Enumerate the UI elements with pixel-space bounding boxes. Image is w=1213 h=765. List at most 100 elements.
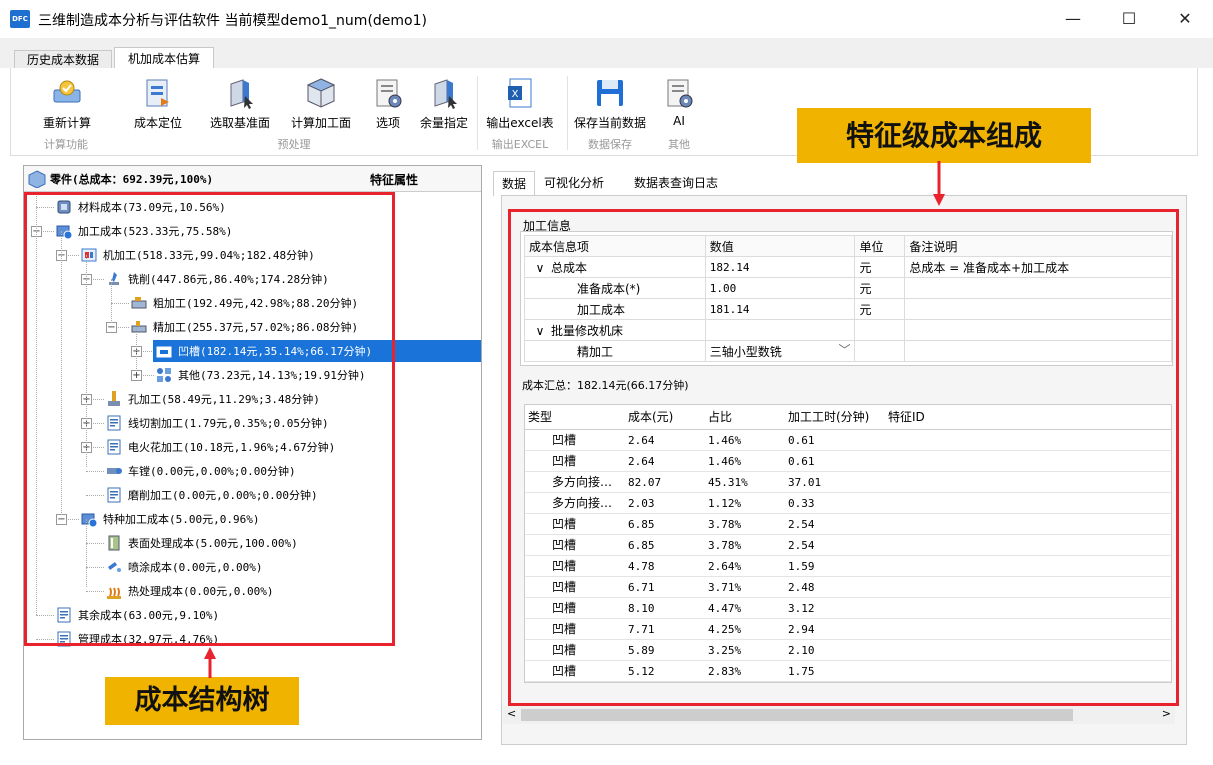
cell-ratio: 4.47%: [708, 602, 742, 615]
collapse-icon[interactable]: −: [56, 514, 67, 525]
table-row[interactable]: 凹槽 2.64 1.46% 0.61: [525, 430, 1171, 451]
info-unit: 元: [854, 277, 906, 299]
compute-surface-icon: [306, 78, 336, 108]
rough-icon: [131, 297, 147, 309]
tree-connector: [61, 231, 62, 515]
app-logo-icon: DFC: [10, 10, 30, 28]
tree-node-label: 表面处理成本(5.00元,100.00%): [128, 537, 298, 550]
tree-node-finishing[interactable]: 精加工(255.37元,57.02%;86.08分钟): [128, 316, 362, 338]
info-value[interactable]: 181.14: [704, 298, 856, 320]
save-data-button[interactable]: 保存当前数据: [571, 76, 649, 131]
tree-node-management[interactable]: 管理成本(32.97元,4.76%): [53, 628, 223, 650]
table-row[interactable]: 多方向接… 2.03 1.12% 0.33: [525, 493, 1171, 514]
tree-node-grinding[interactable]: 磨削加工(0.00元,0.00%;0.00分钟): [103, 484, 322, 506]
collapse-icon[interactable]: −: [106, 322, 117, 333]
info-value[interactable]: 1.00: [704, 277, 856, 299]
tab-query-log[interactable]: 数据表查询日志: [626, 171, 726, 196]
table-row[interactable]: 凹槽 6.85 3.78% 2.54: [525, 514, 1171, 535]
tree-node-label: 其他(73.23元,14.13%;19.91分钟): [178, 369, 366, 382]
tree-node-label: 凹槽(182.14元,35.14%;66.17分钟): [178, 345, 373, 358]
scrollbar-thumb[interactable]: [521, 709, 1073, 721]
info-value[interactable]: 182.14: [704, 256, 856, 278]
table-row[interactable]: 凹槽 6.85 3.78% 2.54: [525, 535, 1171, 556]
ai-label: AI: [673, 114, 685, 128]
info-item: 加工成本: [524, 298, 706, 320]
info-row-finishing-machine[interactable]: 精加工 三轴小型数铣 ﹀: [524, 340, 1172, 362]
tree-node-wire-cut[interactable]: 线切割加工(1.79元,0.35%;0.05分钟): [103, 412, 333, 434]
tree-node-label: 加工成本(523.33元,75.58%): [78, 225, 233, 238]
ai-button[interactable]: AI: [659, 76, 699, 128]
tree-node-other[interactable]: 其他(73.23元,14.13%;19.91分钟): [153, 364, 369, 386]
tree-node-label: 线切割加工(1.79元,0.35%;0.05分钟): [128, 417, 329, 430]
scroll-right-arrow[interactable]: >: [1162, 707, 1171, 720]
col-cost: 成本(元): [628, 410, 674, 424]
tab-history-cost[interactable]: 历史成本数据: [14, 50, 112, 70]
tree-node-processing[interactable]: 加工成本(523.33元,75.58%): [53, 220, 236, 242]
tree-node-material[interactable]: 材料成本(73.09元,10.56%): [53, 196, 230, 218]
tree-node-hole[interactable]: 孔加工(58.49元,11.29%;3.48分钟): [103, 388, 324, 410]
recalculate-button[interactable]: 重新计算: [36, 76, 98, 131]
cell-cost: 7.71: [628, 623, 655, 636]
cell-type: 凹槽: [552, 643, 577, 657]
tab-data[interactable]: 数据: [493, 171, 536, 196]
info-row-process-cost[interactable]: 加工成本 181.14 元: [524, 298, 1172, 320]
compute-surface-button[interactable]: 计算加工面: [285, 76, 357, 131]
maximize-button[interactable]: ☐: [1101, 0, 1157, 38]
collapse-toggle[interactable]: ∨: [529, 261, 551, 275]
cost-locate-button[interactable]: 成本定位: [127, 76, 189, 131]
tree-node-special[interactable]: 特种加工成本(5.00元,0.96%): [78, 508, 263, 530]
tree-connector: [86, 519, 87, 587]
lathe-icon: [107, 468, 122, 474]
table-row[interactable]: 凹槽 7.71 4.25% 2.94: [525, 619, 1171, 640]
feature-cost-annotation-label: 特征级成本组成: [797, 108, 1091, 163]
info-note: [904, 319, 1172, 341]
svg-text:X: X: [512, 89, 519, 100]
expand-icon[interactable]: +: [131, 370, 142, 381]
table-row[interactable]: 多方向接… 82.07 45.31% 37.01: [525, 472, 1171, 493]
info-item: 准备成本(*): [524, 277, 706, 299]
tree-node-edm[interactable]: 电火花加工(10.18元,1.96%;4.67分钟): [103, 436, 339, 458]
tab-machining-estimate[interactable]: 机加成本估算: [114, 47, 214, 70]
chevron-down-icon[interactable]: ﹀: [838, 341, 850, 358]
tree-node-turning[interactable]: 车镗(0.00元,0.00%;0.00分钟): [103, 460, 300, 482]
tree-node-label: 喷涂成本(0.00元,0.00%): [128, 561, 263, 574]
cell-ratio: 3.25%: [708, 644, 742, 657]
tree-node-other-cost[interactable]: 其余成本(63.00元,9.10%): [53, 604, 223, 626]
select-datum-button[interactable]: 选取基准面: [204, 76, 276, 131]
export-excel-label: 输出excel表: [486, 116, 554, 130]
tree-node-pocket[interactable]: 凹槽(182.14元,35.14%;66.17分钟): [153, 340, 481, 362]
export-excel-button[interactable]: X 输出excel表: [484, 76, 556, 131]
close-button[interactable]: ✕: [1157, 0, 1213, 38]
scroll-left-arrow[interactable]: <: [507, 707, 516, 720]
minimize-button[interactable]: —: [1045, 0, 1101, 38]
info-row-total-cost[interactable]: ∨ 总成本 182.14 元 总成本 = 准备成本+加工成本: [524, 256, 1172, 278]
allowance-button[interactable]: 余量指定: [415, 76, 473, 131]
tree-node-roughing[interactable]: 粗加工(192.49元,42.98%;88.20分钟): [128, 292, 362, 314]
tree-node-milling[interactable]: 铣削(447.86元,86.40%;174.28分钟): [103, 268, 333, 290]
table-row[interactable]: 凹槽 8.10 4.47% 3.12: [525, 598, 1171, 619]
tab-visual-analysis[interactable]: 可视化分析: [536, 171, 612, 196]
machine-select[interactable]: 三轴小型数铣 ﹀: [704, 340, 856, 362]
tree-node-machining[interactable]: 机加工(518.33元,99.04%;182.48分钟): [78, 244, 319, 266]
heat-icon: [107, 587, 121, 599]
horizontal-scrollbar[interactable]: < >: [503, 706, 1175, 724]
collapse-toggle[interactable]: ∨: [529, 324, 551, 338]
tree-node-label: 其余成本(63.00元,9.10%): [78, 609, 220, 622]
table-row[interactable]: 凹槽 5.12 2.83% 1.75: [525, 661, 1171, 682]
tree-node-spray[interactable]: 喷涂成本(0.00元,0.00%): [103, 556, 266, 578]
cell-time: 0.61: [788, 455, 815, 468]
table-row[interactable]: 凹槽 6.71 3.71% 2.48: [525, 577, 1171, 598]
tree-node-label: 特种加工成本(5.00元,0.96%): [103, 513, 260, 526]
group-export: 输出EXCEL: [491, 138, 549, 151]
table-row[interactable]: 凹槽 4.78 2.64% 1.59: [525, 556, 1171, 577]
table-row[interactable]: 凹槽 2.64 1.46% 0.61: [525, 451, 1171, 472]
info-row-prep-cost[interactable]: 准备成本(*) 1.00 元: [524, 277, 1172, 299]
tree-node-heat[interactable]: 热处理成本(0.00元,0.00%): [103, 580, 277, 602]
options-button[interactable]: 选项: [366, 76, 410, 131]
cell-ratio: 1.46%: [708, 434, 742, 447]
doc-icon: [107, 487, 121, 503]
tree-node-surface[interactable]: 表面处理成本(5.00元,100.00%): [103, 532, 302, 554]
info-row-batch-machine[interactable]: ∨ 批量修改机床: [524, 319, 1172, 341]
table-row[interactable]: 凹槽 5.89 3.25% 2.10: [525, 640, 1171, 661]
tree-connector: [86, 495, 104, 496]
